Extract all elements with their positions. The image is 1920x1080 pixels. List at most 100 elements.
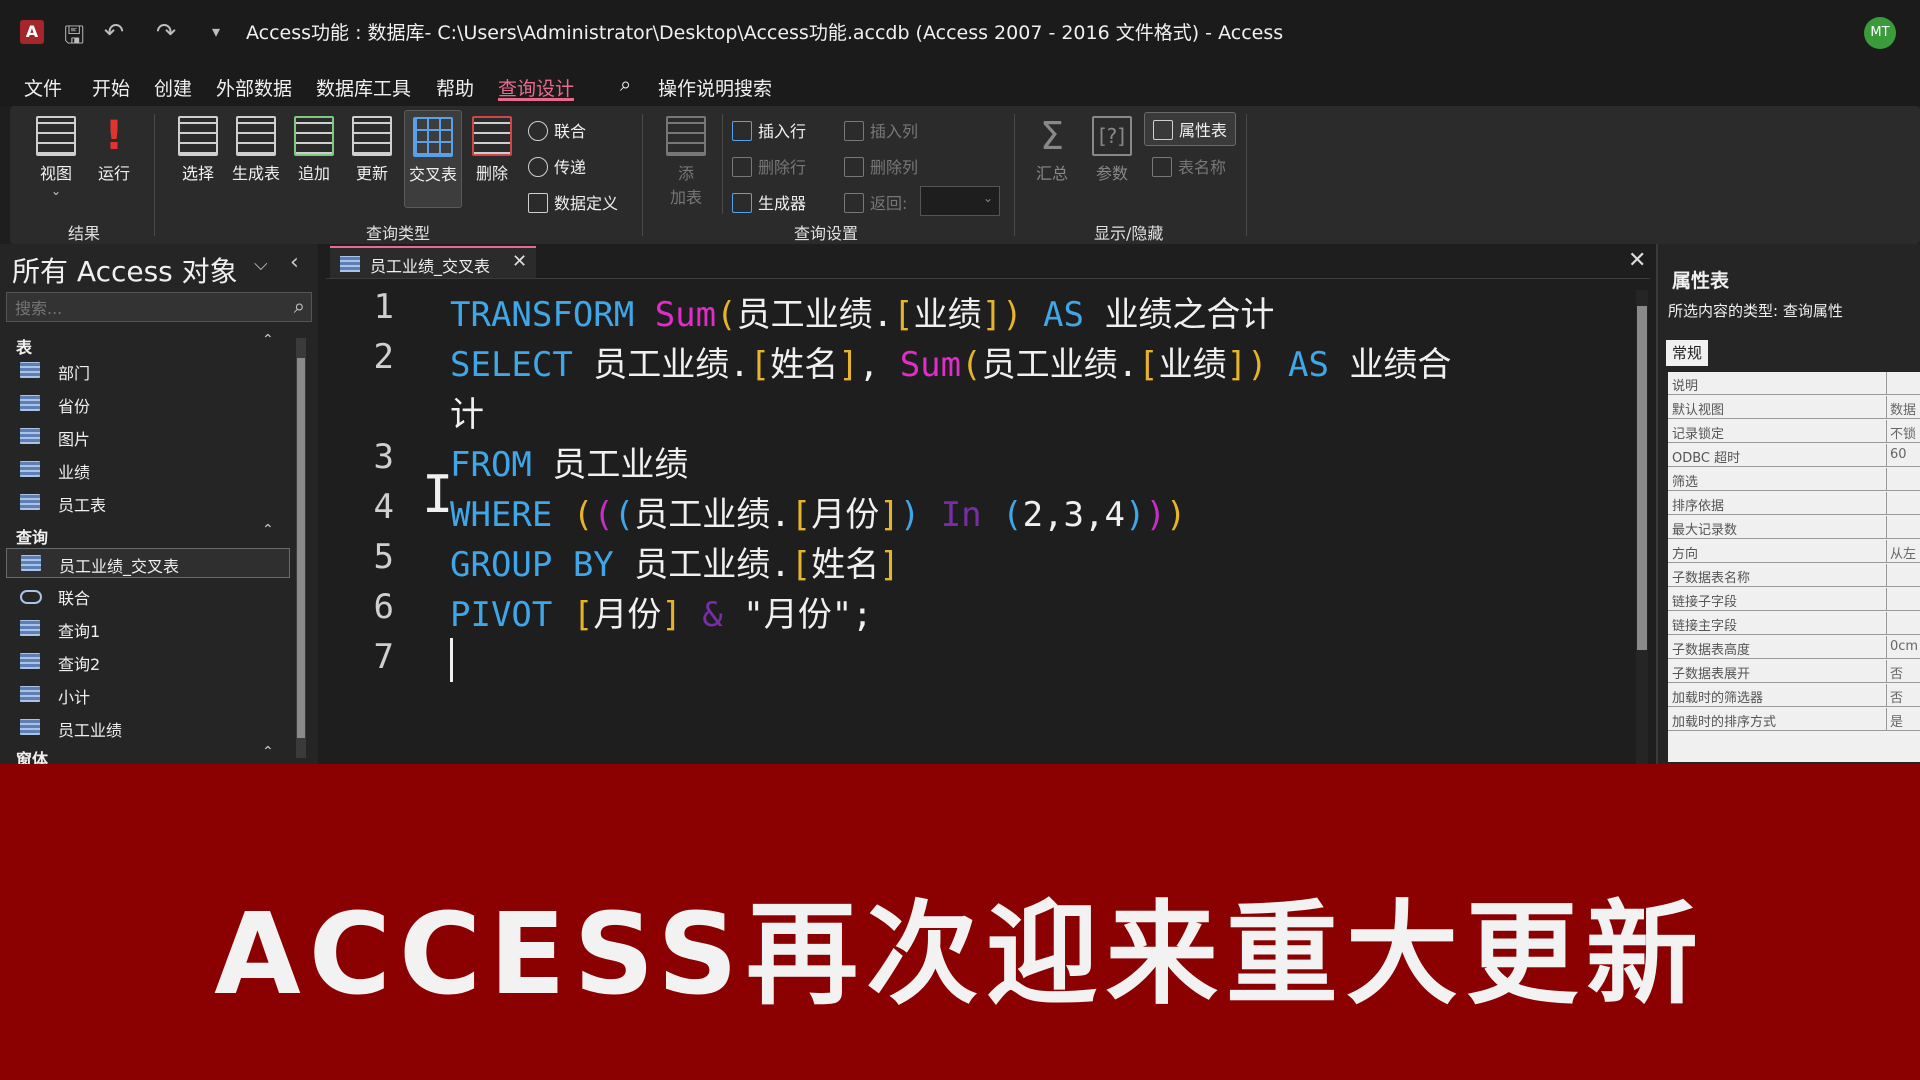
sql-editor[interactable]: 1 TRANSFORM Sum(员工业绩.[业绩]) AS 业绩之合计 2 SELE… bbox=[326, 278, 1650, 765]
nav-section-queries[interactable]: 查询 bbox=[16, 524, 48, 548]
property-value[interactable]: 是 bbox=[1890, 711, 1903, 730]
close-document-icon[interactable]: ✕ bbox=[1628, 248, 1646, 273]
property-row[interactable]: 子数据表展开 否 bbox=[1668, 660, 1920, 683]
group-show-hide: 显示/隐藏 bbox=[1094, 224, 1164, 243]
insert-column-button[interactable]: 插入列 bbox=[844, 118, 918, 142]
nav-item-table[interactable]: 省份 bbox=[20, 389, 290, 419]
property-row[interactable]: 最大记录数 bbox=[1668, 516, 1920, 539]
property-value[interactable]: 否 bbox=[1890, 663, 1903, 682]
property-value[interactable]: 否 bbox=[1890, 687, 1903, 706]
scrollbar-thumb[interactable] bbox=[297, 358, 305, 738]
menu-home[interactable]: 开始 bbox=[92, 74, 130, 101]
make-table-button[interactable]: 生成表 bbox=[228, 116, 284, 184]
property-row[interactable]: 记录锁定 不锁 bbox=[1668, 420, 1920, 443]
customize-toolbar-icon[interactable]: ▾ bbox=[212, 22, 220, 41]
property-row[interactable]: 说明 bbox=[1668, 372, 1920, 395]
editor-scrollbar[interactable] bbox=[1636, 290, 1648, 764]
nav-item-query[interactable]: 员工业绩 bbox=[20, 713, 290, 743]
property-sheet-button[interactable]: 属性表 bbox=[1144, 112, 1237, 146]
collapse-pane-icon[interactable]: ‹ bbox=[290, 250, 299, 275]
redo-icon[interactable]: ↷ bbox=[156, 18, 176, 46]
totals-button[interactable]: Σ 汇总 bbox=[1024, 116, 1080, 184]
nav-scrollbar[interactable] bbox=[296, 338, 306, 758]
nav-menu-chevron-icon[interactable]: ⌵ bbox=[254, 254, 268, 275]
property-value[interactable]: 0cm bbox=[1890, 639, 1918, 654]
avatar[interactable]: MT bbox=[1864, 17, 1896, 49]
property-row[interactable]: ODBC 超时 60 bbox=[1668, 444, 1920, 467]
select-query-button[interactable]: 选择 bbox=[170, 116, 226, 184]
delete-row-button[interactable]: 删除行 bbox=[732, 154, 806, 178]
union-button[interactable]: 联合 bbox=[528, 118, 586, 142]
nav-item-table[interactable]: 部门 bbox=[20, 356, 290, 386]
code-token: ) bbox=[899, 495, 921, 535]
menu-query-design[interactable]: 查询设计 bbox=[498, 74, 574, 101]
menu-file[interactable]: 文件 bbox=[24, 74, 62, 101]
menu-database-tools[interactable]: 数据库工具 bbox=[316, 74, 411, 101]
document-tab[interactable]: 员工业绩_交叉表 ✕ bbox=[330, 246, 536, 278]
add-table-label-1: 添 bbox=[677, 164, 694, 183]
nav-item-table[interactable]: 业绩 bbox=[20, 455, 290, 485]
tab-general[interactable]: 常规 bbox=[1666, 340, 1708, 366]
chevron-up-icon[interactable]: ⌃ bbox=[262, 522, 274, 538]
insert-column-icon bbox=[844, 121, 864, 141]
nav-item-table[interactable]: 员工表 bbox=[20, 488, 290, 518]
property-row[interactable]: 链接子字段 bbox=[1668, 588, 1920, 611]
chevron-up-icon[interactable]: ⌃ bbox=[262, 332, 274, 348]
parameters-button[interactable]: [?] 参数 bbox=[1084, 116, 1140, 184]
return-label-group: 返回: bbox=[844, 190, 907, 214]
nav-search-input[interactable] bbox=[13, 297, 277, 319]
code-token: ) bbox=[1145, 495, 1166, 535]
nav-item-query-selected[interactable]: 员工业绩_交叉表 bbox=[6, 548, 290, 578]
search-icon[interactable]: ⌕ bbox=[620, 72, 631, 96]
scrollbar-thumb[interactable] bbox=[1637, 306, 1647, 650]
nav-item-query[interactable]: 查询2 bbox=[20, 647, 290, 677]
property-value[interactable]: 数据 bbox=[1890, 399, 1916, 418]
property-row[interactable]: 链接主字段 bbox=[1668, 612, 1920, 635]
add-table-button[interactable]: 添 加表 bbox=[658, 116, 714, 208]
property-row[interactable]: 方向 从左 bbox=[1668, 540, 1920, 563]
property-row[interactable]: 加载时的筛选器 否 bbox=[1668, 684, 1920, 707]
code-token: 员工业绩. bbox=[736, 295, 894, 335]
update-button[interactable]: 更新 bbox=[344, 116, 400, 184]
nav-section-tables[interactable]: 表 bbox=[16, 334, 32, 358]
chevron-up-icon[interactable]: ⌃ bbox=[262, 744, 274, 760]
insert-row-button[interactable]: 插入行 bbox=[732, 118, 806, 142]
search-icon[interactable]: ⌕ bbox=[294, 294, 305, 318]
property-row[interactable]: 排序依据 bbox=[1668, 492, 1920, 515]
append-button[interactable]: 追加 bbox=[286, 116, 342, 184]
nav-item-query[interactable]: 查询1 bbox=[20, 614, 290, 644]
table-names-button[interactable]: 表名称 bbox=[1152, 154, 1226, 178]
property-value[interactable]: 60 bbox=[1890, 447, 1907, 462]
close-icon[interactable]: ✕ bbox=[512, 251, 527, 272]
menu-external-data[interactable]: 外部数据 bbox=[216, 74, 292, 101]
pass-through-button[interactable]: 传递 bbox=[528, 154, 586, 178]
property-value[interactable]: 从左 bbox=[1890, 543, 1916, 562]
crosstab-button[interactable]: 交叉表 bbox=[404, 110, 462, 208]
builder-button[interactable]: 生成器 bbox=[732, 190, 806, 214]
property-value[interactable]: 不锁 bbox=[1890, 423, 1916, 442]
data-definition-button[interactable]: 数据定义 bbox=[528, 190, 618, 214]
globe-icon bbox=[528, 157, 548, 177]
save-icon[interactable]: 🖫 bbox=[64, 18, 84, 59]
nav-item-table[interactable]: 图片 bbox=[20, 422, 290, 452]
code-token: AS bbox=[1267, 345, 1350, 385]
property-row[interactable]: 子数据表名称 bbox=[1668, 564, 1920, 587]
tell-me-search[interactable]: 操作说明搜索 bbox=[658, 74, 772, 101]
property-row[interactable]: 加载时的排序方式 是 bbox=[1668, 708, 1920, 731]
return-dropdown[interactable]: ⌄ bbox=[920, 186, 1000, 216]
menu-help[interactable]: 帮助 bbox=[436, 74, 474, 101]
code-token: [ bbox=[893, 295, 914, 335]
property-row[interactable]: 筛选 bbox=[1668, 468, 1920, 491]
run-button[interactable]: ! 运行 bbox=[86, 116, 142, 184]
return-filter-icon bbox=[844, 193, 864, 213]
view-button[interactable]: 视图 ⌄ bbox=[28, 116, 84, 198]
nav-pane-title[interactable]: 所有 Access 对象 bbox=[12, 250, 238, 290]
menu-create[interactable]: 创建 bbox=[154, 74, 192, 101]
undo-icon[interactable]: ↶ bbox=[104, 18, 124, 46]
delete-column-button[interactable]: 删除列 bbox=[844, 154, 918, 178]
nav-item-query[interactable]: 小计 bbox=[20, 680, 290, 710]
property-row[interactable]: 默认视图 数据 bbox=[1668, 396, 1920, 419]
delete-query-button[interactable]: 删除 bbox=[464, 116, 520, 184]
nav-item-query[interactable]: 联合 bbox=[20, 581, 290, 611]
property-row[interactable]: 子数据表高度 0cm bbox=[1668, 636, 1920, 659]
